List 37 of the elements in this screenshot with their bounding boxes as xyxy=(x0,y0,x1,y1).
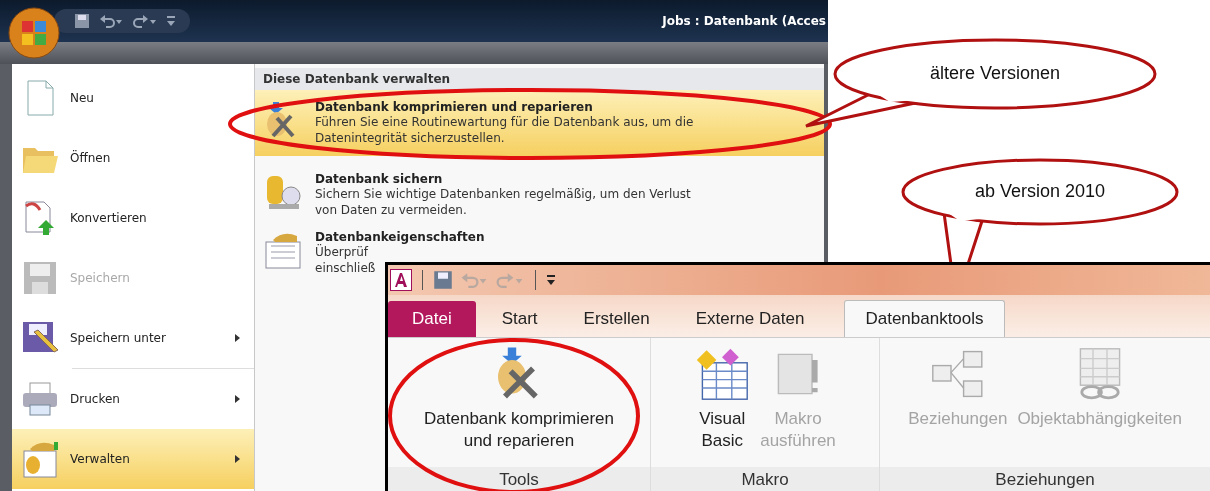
group-label: Makro xyxy=(651,467,879,491)
panel-item[interactable]: Datenbank sichern Sichern Sie wichtige Datenbanken regelmäßig, um den Verlust von Daten zu vermeiden. xyxy=(255,166,699,224)
window-title: Jobs : Datenbank (Acces xyxy=(662,14,827,28)
item-title: Datenbank sichern xyxy=(315,172,444,186)
menu-item[interactable]: Speichern unter xyxy=(12,308,254,368)
ribbon-button[interactable]: Visual Basic xyxy=(692,346,753,467)
ribbon-tab[interactable]: Externe Daten xyxy=(675,301,825,337)
group-label: Tools xyxy=(388,467,650,491)
menu-item[interactable]: Neu xyxy=(12,68,254,128)
ribbon-tab[interactable]: Datenbanktools xyxy=(844,300,1005,337)
app-logo-icon xyxy=(390,269,412,291)
ribbon-tab[interactable]: Start xyxy=(481,301,558,337)
item-title: Datenbankeigenschaften xyxy=(315,230,485,244)
panel-item[interactable]: Datenbank komprimieren und reparieren Führen Sie eine Routinewartung für die Datenbank aus, um die Datenintegrität sicherzustellen. xyxy=(255,90,824,156)
item-title: Datenbank komprimieren und reparieren xyxy=(315,100,594,114)
redo-icon[interactable] xyxy=(132,13,158,29)
customize-icon[interactable] xyxy=(546,273,556,287)
customize-icon[interactable] xyxy=(166,14,176,28)
save-icon[interactable] xyxy=(433,270,453,290)
menu-item[interactable]: Konvertieren xyxy=(12,188,254,248)
group-label: Beziehungen xyxy=(880,467,1210,491)
item-description: Überprüf einschließ xyxy=(315,244,376,276)
item-description: Führen Sie eine Routinewartung für die Datenbank aus, um die Datenintegrität sicherzustellen. xyxy=(315,114,694,146)
item-description: Sichern Sie wichtige Datenbanken regelmäßig, um den Verlust von Daten zu vermeiden. xyxy=(315,186,691,218)
save-icon[interactable] xyxy=(74,13,90,29)
code-table-icon xyxy=(694,346,751,402)
callout-text: ab Version 2010 xyxy=(973,181,1107,202)
ribbon-tab[interactable]: Erstellen xyxy=(563,301,670,337)
panel-item[interactable]: Datenbankeigenschaften Überprüf einschließ xyxy=(255,224,493,282)
printer-icon xyxy=(20,379,60,419)
callout-text: ältere Versionen xyxy=(928,63,1062,84)
ribbon-tab[interactable]: Datei xyxy=(388,301,476,337)
panel-heading: Diese Datenbank verwalten xyxy=(255,68,824,90)
undo-icon[interactable] xyxy=(98,13,124,29)
menu-item[interactable]: Öffnen xyxy=(12,128,254,188)
ribbon-button[interactable]: Datenbank komprimieren und reparieren xyxy=(422,346,616,467)
menu-item[interactable]: Verwalten xyxy=(12,429,254,489)
